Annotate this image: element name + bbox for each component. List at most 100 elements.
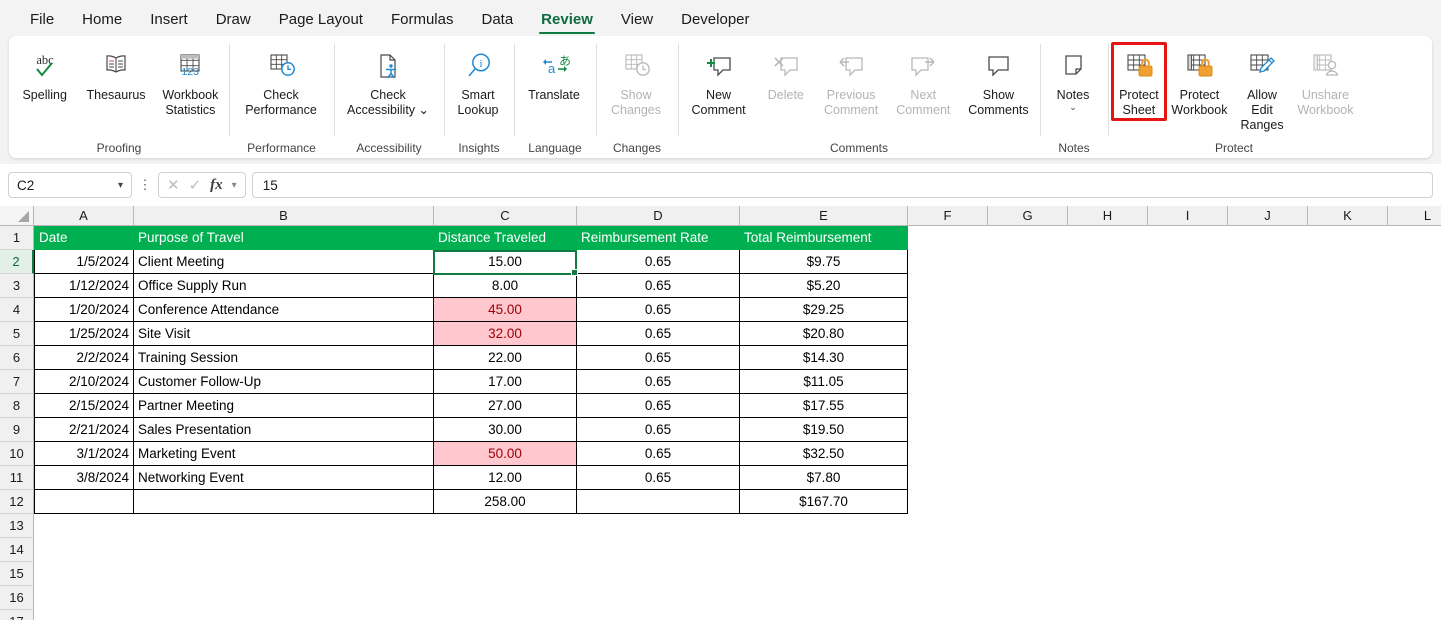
table-cell[interactable]: 1/25/2024: [34, 322, 134, 346]
table-cell[interactable]: [34, 490, 134, 514]
table-cell[interactable]: 258.00: [434, 490, 577, 514]
select-all-corner[interactable]: [0, 206, 34, 225]
table-cell[interactable]: 0.65: [577, 346, 740, 370]
tab-home[interactable]: Home: [68, 12, 136, 36]
table-cell[interactable]: [134, 490, 434, 514]
table-cell[interactable]: 0.65: [577, 370, 740, 394]
workbook-statistics-button[interactable]: 123 Workbook Statistics: [154, 42, 227, 118]
table-cell[interactable]: 30.00: [434, 418, 577, 442]
row-header-4[interactable]: 4: [0, 298, 34, 322]
table-cell[interactable]: 0.65: [577, 274, 740, 298]
column-header-G[interactable]: G: [988, 206, 1068, 225]
table-cell[interactable]: 3/1/2024: [34, 442, 134, 466]
table-cell[interactable]: $19.50: [740, 418, 908, 442]
row-header-13[interactable]: 13: [0, 514, 34, 538]
tab-draw[interactable]: Draw: [202, 12, 265, 36]
column-header-J[interactable]: J: [1228, 206, 1308, 225]
table-header-cell[interactable]: Date: [34, 226, 134, 250]
table-cell[interactable]: 32.00: [434, 322, 577, 346]
table-cell[interactable]: 0.65: [577, 250, 740, 274]
table-cell[interactable]: Networking Event: [134, 466, 434, 490]
tab-page-layout[interactable]: Page Layout: [265, 12, 377, 36]
tab-formulas[interactable]: Formulas: [377, 12, 468, 36]
table-cell[interactable]: $5.20: [740, 274, 908, 298]
table-cell[interactable]: 1/5/2024: [34, 250, 134, 274]
column-header-E[interactable]: E: [740, 206, 908, 225]
table-cell[interactable]: $7.80: [740, 466, 908, 490]
table-cell[interactable]: Marketing Event: [134, 442, 434, 466]
table-header-cell[interactable]: Reimbursement Rate: [577, 226, 740, 250]
allow-edit-ranges-button[interactable]: Allow Edit Ranges: [1231, 42, 1293, 133]
table-cell[interactable]: Site Visit: [134, 322, 434, 346]
tab-file[interactable]: File: [16, 12, 68, 36]
tab-insert[interactable]: Insert: [136, 12, 202, 36]
table-cell[interactable]: Office Supply Run: [134, 274, 434, 298]
table-cell[interactable]: 3/8/2024: [34, 466, 134, 490]
column-header-F[interactable]: F: [908, 206, 988, 225]
table-cell[interactable]: 2/2/2024: [34, 346, 134, 370]
table-cell[interactable]: 12.00: [434, 466, 577, 490]
row-header-9[interactable]: 9: [0, 418, 34, 442]
column-header-K[interactable]: K: [1308, 206, 1388, 225]
table-cell[interactable]: 2/10/2024: [34, 370, 134, 394]
chevron-down-icon[interactable]: ▾: [118, 180, 123, 191]
table-cell[interactable]: 0.65: [577, 442, 740, 466]
column-header-D[interactable]: D: [577, 206, 740, 225]
row-header-11[interactable]: 11: [0, 466, 34, 490]
table-cell[interactable]: [577, 490, 740, 514]
table-cell[interactable]: 15.00: [434, 250, 577, 274]
row-header-15[interactable]: 15: [0, 562, 34, 586]
table-cell[interactable]: 1/12/2024: [34, 274, 134, 298]
table-cell[interactable]: $29.25: [740, 298, 908, 322]
row-header-2[interactable]: 2: [0, 250, 34, 274]
tab-developer[interactable]: Developer: [667, 12, 763, 36]
table-cell[interactable]: Conference Attendance: [134, 298, 434, 322]
tab-review[interactable]: Review: [527, 12, 607, 36]
table-cell[interactable]: Training Session: [134, 346, 434, 370]
column-header-I[interactable]: I: [1148, 206, 1228, 225]
column-header-B[interactable]: B: [134, 206, 434, 225]
column-header-L[interactable]: L: [1388, 206, 1441, 225]
column-header-A[interactable]: A: [34, 206, 134, 225]
tab-view[interactable]: View: [607, 12, 667, 36]
notes-button[interactable]: Notes ⌄: [1042, 42, 1104, 112]
chevron-down-icon[interactable]: ⌄: [1069, 103, 1077, 112]
table-cell[interactable]: $9.75: [740, 250, 908, 274]
cancel-icon[interactable]: ✕: [167, 176, 180, 194]
table-cell[interactable]: 0.65: [577, 394, 740, 418]
row-header-5[interactable]: 5: [0, 322, 34, 346]
table-cell[interactable]: 0.65: [577, 466, 740, 490]
table-cell[interactable]: 8.00: [434, 274, 577, 298]
row-header-3[interactable]: 3: [0, 274, 34, 298]
protect-sheet-button[interactable]: Protect Sheet: [1111, 42, 1167, 121]
table-header-cell[interactable]: Total Reimbursement: [740, 226, 908, 250]
table-cell[interactable]: $11.05: [740, 370, 908, 394]
chevron-down-icon[interactable]: ▾: [232, 180, 237, 191]
table-cell[interactable]: 1/20/2024: [34, 298, 134, 322]
table-cell[interactable]: 22.00: [434, 346, 577, 370]
table-header-cell[interactable]: Distance Traveled: [434, 226, 577, 250]
table-cell[interactable]: 45.00: [434, 298, 577, 322]
table-cell[interactable]: Partner Meeting: [134, 394, 434, 418]
table-cell[interactable]: 27.00: [434, 394, 577, 418]
table-cell[interactable]: 0.65: [577, 298, 740, 322]
translate-button[interactable]: a あ Translate: [516, 42, 592, 103]
smart-lookup-button[interactable]: i Smart Lookup: [446, 42, 510, 118]
row-header-14[interactable]: 14: [0, 538, 34, 562]
table-cell[interactable]: 17.00: [434, 370, 577, 394]
row-header-1[interactable]: 1: [0, 226, 34, 250]
table-cell[interactable]: 0.65: [577, 322, 740, 346]
row-header-6[interactable]: 6: [0, 346, 34, 370]
insert-function-icon[interactable]: fx: [210, 177, 223, 194]
spelling-button[interactable]: abc Spelling: [11, 42, 78, 103]
table-cell[interactable]: 50.00: [434, 442, 577, 466]
table-cell[interactable]: 0.65: [577, 418, 740, 442]
row-header-10[interactable]: 10: [0, 442, 34, 466]
table-header-cell[interactable]: Purpose of Travel: [134, 226, 434, 250]
new-comment-button[interactable]: New Comment: [680, 42, 757, 118]
name-box[interactable]: C2 ▾: [8, 172, 132, 198]
formula-bar-more-icon[interactable]: ⋮: [138, 178, 152, 191]
table-cell[interactable]: $32.50: [740, 442, 908, 466]
table-cell[interactable]: 2/21/2024: [34, 418, 134, 442]
row-header-16[interactable]: 16: [0, 586, 34, 610]
